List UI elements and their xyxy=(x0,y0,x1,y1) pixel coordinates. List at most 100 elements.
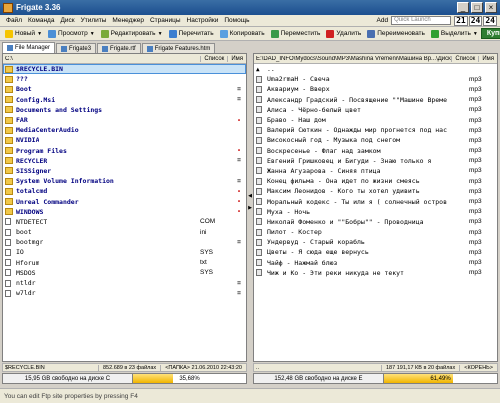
tab-frigate-features[interactable]: Frigate Features.htm xyxy=(141,43,216,53)
folder-row[interactable]: totalcmd • xyxy=(3,186,246,196)
left-file-panel[interactable]: C:\ Список Имя $RECYCLE.BIN??? Boot = Confi… xyxy=(2,53,247,362)
file-row[interactable]: ntldr = xyxy=(3,278,246,288)
copy-button[interactable]: Копировать xyxy=(217,29,268,38)
file-row[interactable]: bootmgr = xyxy=(3,237,246,247)
folder-row[interactable]: MediaCenterAudio xyxy=(3,125,246,135)
panel-divider[interactable]: ◀ ▶ xyxy=(248,53,252,362)
right-file-panel[interactable]: E:\DAD_INFO\Mydocs\Sound\MP3\Mashina Vre… xyxy=(253,53,498,362)
parent-dir-row[interactable]: ▲.. xyxy=(254,64,497,74)
file-row[interactable]: Николай Фоменко и ""Бобры"" - Проводница… xyxy=(254,217,497,227)
file-extension: mp3 xyxy=(469,116,482,124)
right-sort-mode[interactable]: Имя xyxy=(478,55,497,62)
file-icon xyxy=(5,279,11,287)
file-icon xyxy=(5,238,11,246)
view-button[interactable]: Просмотр ▼ xyxy=(45,29,98,38)
menu-disk[interactable]: Диск xyxy=(57,17,77,24)
rename-button[interactable]: Переименовать xyxy=(364,29,428,38)
left-view-mode[interactable]: Список xyxy=(200,55,227,62)
file-row[interactable]: Жанна Агузарова - Синяя птица mp3 xyxy=(254,166,497,176)
file-row[interactable]: boot ini xyxy=(3,227,246,237)
file-row[interactable]: Uma2rmaH - Свеча mp3 xyxy=(254,74,497,84)
folder-row[interactable]: Config.Msi = xyxy=(3,95,246,105)
menu-settings[interactable]: Настройки xyxy=(184,17,222,24)
file-attribute: • xyxy=(237,187,241,195)
reread-button[interactable]: Перечитать xyxy=(166,29,217,38)
hint-bar: You can edit Ftp site properties by pres… xyxy=(0,388,500,403)
file-row[interactable]: Ундервуд - Старый корабль mp3 xyxy=(254,237,497,247)
file-name: boot xyxy=(16,228,32,237)
file-row[interactable]: Моральный кодекс - Ты или я ( солнечный … xyxy=(254,196,497,206)
arrow-left-icon[interactable]: ◀ xyxy=(248,193,252,199)
edit-button[interactable]: Редактировать ▼ xyxy=(98,29,166,38)
tab-frigate3[interactable]: Frigate3 xyxy=(56,43,97,53)
folder-row[interactable]: SISSigner xyxy=(3,166,246,176)
file-row[interactable]: Чиж и Ко - Эти реки никуда не текут mp3 xyxy=(254,268,497,278)
file-row[interactable]: Hforum txt xyxy=(3,258,246,268)
move-button[interactable]: Переместить xyxy=(268,29,324,38)
folder-row[interactable]: Program Files • xyxy=(3,146,246,156)
folder-row[interactable]: FAR • xyxy=(3,115,246,125)
file-extension: mp3 xyxy=(469,269,482,277)
add-button[interactable]: Add xyxy=(377,17,389,24)
tab-file-manager[interactable]: File Manager xyxy=(2,42,56,53)
menu-file[interactable]: Файл xyxy=(3,17,25,24)
left-status-bar: $RECYCLE.BIN 852.689 в 23 файлах <ПАПКА>… xyxy=(2,363,247,372)
file-row[interactable]: IO SYS xyxy=(3,247,246,257)
folder-row[interactable]: $RECYCLE.BIN xyxy=(3,64,246,75)
file-row[interactable]: Високосный год - Музыка под снегом mp3 xyxy=(254,135,497,145)
menu-utilities[interactable]: Утилиты xyxy=(78,17,110,24)
audio-file-icon xyxy=(256,259,262,267)
document-icon xyxy=(61,45,68,52)
menu-help[interactable]: Помощь xyxy=(221,17,252,24)
maximize-button[interactable]: □ xyxy=(471,2,483,13)
folder-row[interactable]: ??? xyxy=(3,74,246,84)
folder-row[interactable]: Documents and Settings xyxy=(3,105,246,115)
minimize-button[interactable]: _ xyxy=(457,2,469,13)
buy-button[interactable]: Купить xyxy=(480,28,500,39)
file-row[interactable]: NTDETECT COM xyxy=(3,217,246,227)
hint-text: You can edit Ftp site properties by pres… xyxy=(4,392,138,400)
file-row[interactable]: Евгений Гришковец и Бигуди - Знаю только… xyxy=(254,156,497,166)
right-view-mode[interactable]: Список xyxy=(451,55,478,62)
menu-command[interactable]: Команда xyxy=(25,17,57,24)
file-name: Високосный год - Музыка под снегом xyxy=(267,136,401,145)
file-icon xyxy=(5,259,11,267)
file-row[interactable]: MSDOS SYS xyxy=(3,268,246,278)
file-attribute: • xyxy=(237,198,241,206)
file-row[interactable]: Александр Градский - Посвящение ""Машине… xyxy=(254,95,497,105)
folder-row[interactable]: System Volume Information = xyxy=(3,176,246,186)
left-sort-mode[interactable]: Имя xyxy=(227,55,246,62)
file-row[interactable]: Конец фильма - Она идет по жизни смеясь m… xyxy=(254,176,497,186)
right-path[interactable]: E:\DAD_INFO\Mydocs\Sound\MP3\Mashina Vre… xyxy=(256,56,451,62)
select-button[interactable]: Выделить ▼ xyxy=(428,29,481,38)
file-row[interactable]: w7ldr = xyxy=(3,288,246,298)
menu-pages[interactable]: Страницы xyxy=(147,17,184,24)
folder-row[interactable]: RECYCLER = xyxy=(3,156,246,166)
tab-frigate-rtf[interactable]: Frigate.rtf xyxy=(97,43,141,53)
folder-row[interactable]: Boot = xyxy=(3,84,246,94)
move-icon xyxy=(270,29,279,38)
delete-button[interactable]: Удалить xyxy=(323,29,364,38)
file-row[interactable]: Валерий Сюткин - Однажды мир прогнется п… xyxy=(254,125,497,135)
audio-file-icon xyxy=(256,177,262,185)
arrow-right-icon[interactable]: ▶ xyxy=(248,205,252,211)
menu-manager[interactable]: Менеджер xyxy=(109,17,147,24)
file-row[interactable]: Максим Леонидов - Кого ты хотел удивить m… xyxy=(254,186,497,196)
file-row[interactable]: Браво - Наш дом mp3 xyxy=(254,115,497,125)
close-button[interactable]: × xyxy=(485,2,497,13)
file-row[interactable]: Цветы - Я сюда еще вернусь mp3 xyxy=(254,247,497,257)
file-row[interactable]: Воскресенье - Флаг над замком mp3 xyxy=(254,146,497,156)
folder-row[interactable]: NVIDIA xyxy=(3,135,246,145)
file-row[interactable]: Аквариум - Вверх mp3 xyxy=(254,84,497,94)
copy-icon xyxy=(219,29,228,38)
file-row[interactable]: Чайф - Нажмай блюз mp3 xyxy=(254,258,497,268)
file-row[interactable]: Муха - Ночь mp3 xyxy=(254,207,497,217)
file-row[interactable]: Алиса - Чёрно-белый цвет mp3 xyxy=(254,105,497,115)
folder-row[interactable]: WINDOWS • xyxy=(3,207,246,217)
quick-launch-input[interactable]: Quick Launch xyxy=(391,16,452,25)
folder-row[interactable]: Unreal Commander • xyxy=(3,196,246,206)
new-button[interactable]: Новый ▼ xyxy=(2,29,45,38)
file-row[interactable]: Пилот - Костер mp3 xyxy=(254,227,497,237)
left-path[interactable]: C:\ xyxy=(5,56,200,62)
edit-icon xyxy=(100,29,109,38)
